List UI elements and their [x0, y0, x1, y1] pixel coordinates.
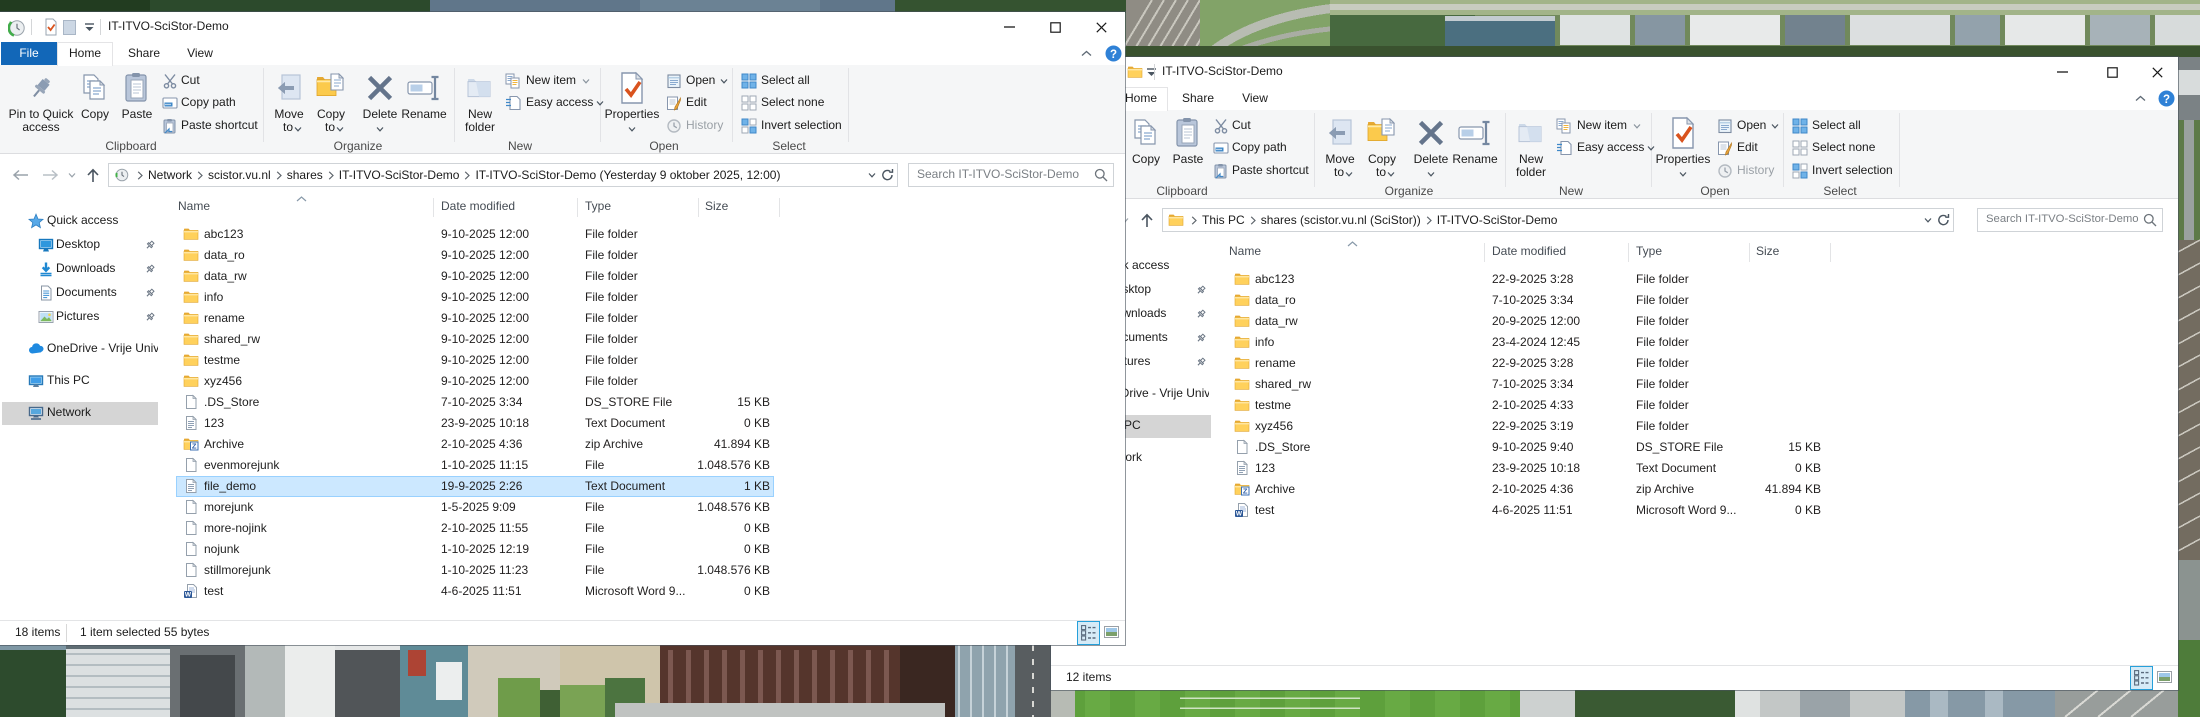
- svg-text:?: ?: [1110, 49, 1117, 61]
- svg-text:W: W: [1236, 511, 1243, 518]
- svg-text:Z: Z: [1243, 487, 1248, 496]
- svg-text:?: ?: [2163, 94, 2170, 106]
- svg-text:Z: Z: [192, 442, 197, 451]
- svg-text:W: W: [185, 592, 192, 599]
